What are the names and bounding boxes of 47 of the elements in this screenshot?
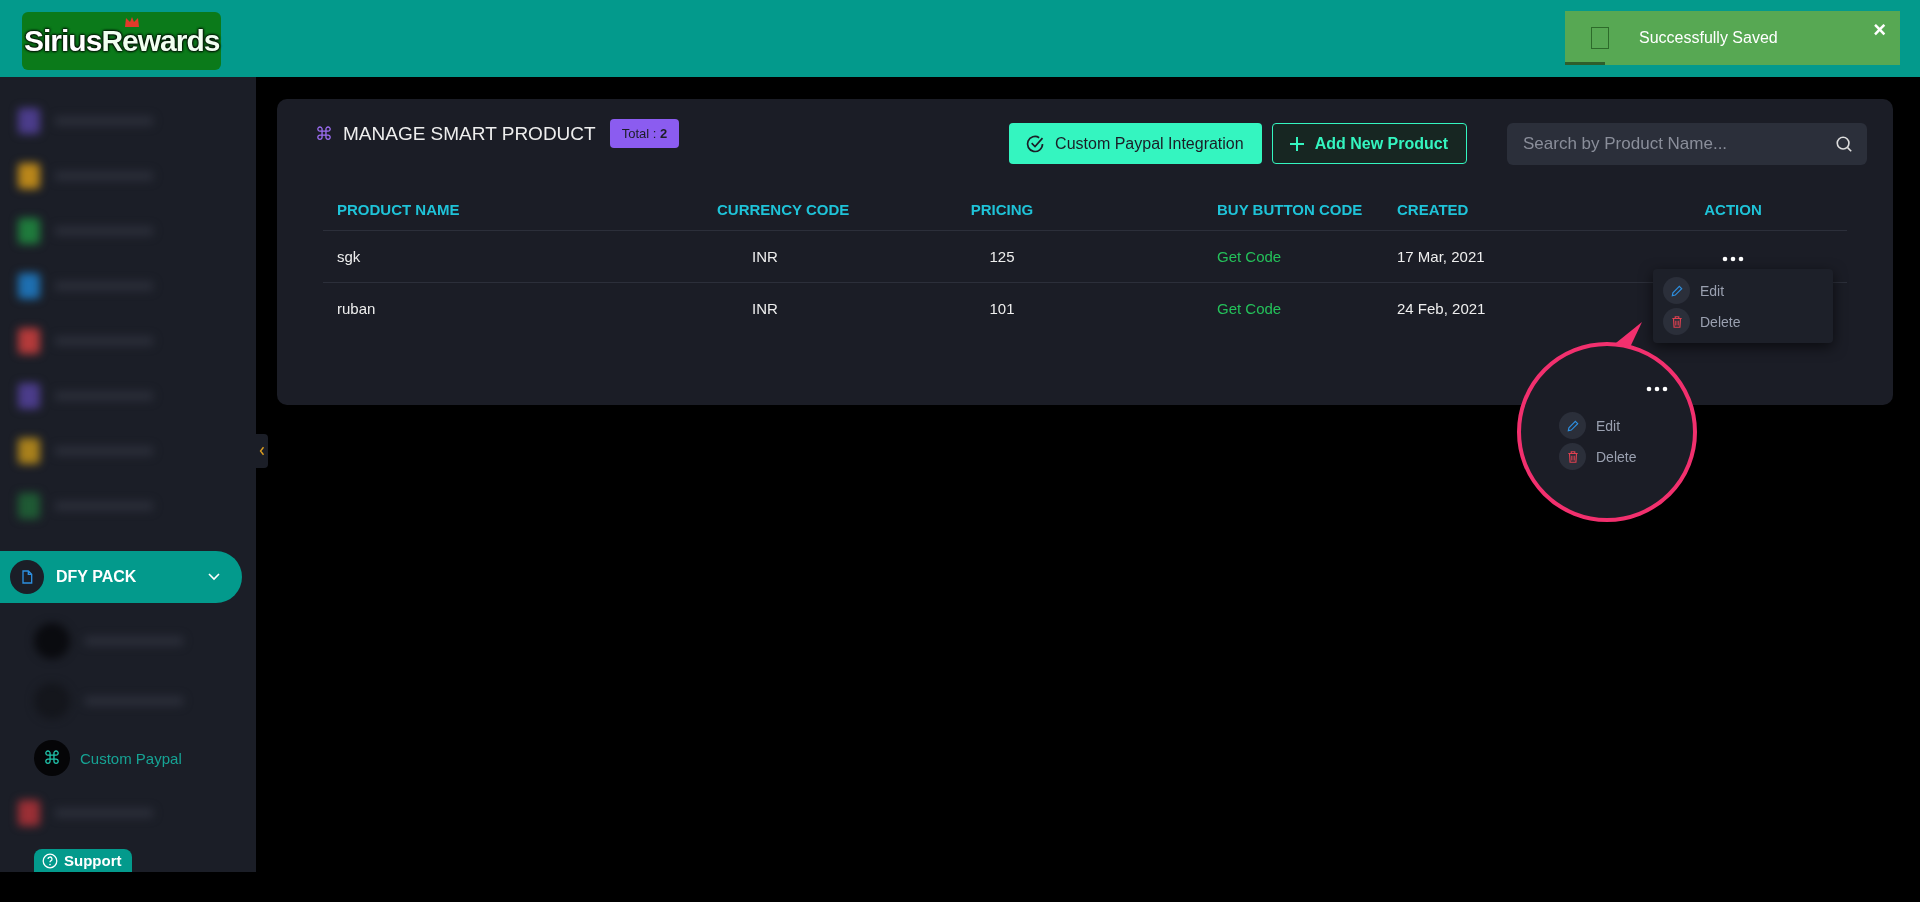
table-cell: ruban: [337, 300, 376, 317]
crown-icon: [124, 15, 140, 28]
sidebar-subitem[interactable]: ⌘ Custom Paypal: [0, 731, 256, 785]
column-header: PRICING: [970, 201, 1034, 218]
add-button[interactable]: Add New Product: [1271, 123, 1467, 164]
sidebar-group[interactable]: DFY PACK: [0, 551, 242, 603]
pencil-icon: [1559, 412, 1586, 439]
command-icon: ⌘: [34, 740, 70, 776]
support-button[interactable]: Support: [34, 849, 132, 872]
trash-icon: [1559, 443, 1586, 470]
more-icon[interactable]: [1722, 256, 1744, 262]
table-cell: 17 Mar, 2021: [1397, 248, 1485, 265]
toast-message: Successfully Saved: [1639, 28, 1779, 47]
page-title: MANAGE SMART PRODUCT: [343, 122, 596, 145]
search-icon: [1835, 135, 1853, 153]
table-cell: 125: [989, 248, 1015, 265]
trash-icon: [1663, 308, 1690, 335]
column-header: ACTION: [1704, 201, 1762, 218]
menu-item[interactable]: Edit: [1653, 275, 1735, 306]
chevron-icon: [208, 573, 220, 581]
plus-icon: [1288, 135, 1305, 152]
integration-button[interactable]: Custom Paypal Integration: [1009, 123, 1262, 164]
command-icon: ⌘: [315, 122, 333, 145]
column-header: PRODUCT NAME: [337, 201, 460, 218]
table-cell: INR: [752, 300, 778, 317]
column-header: CREATED: [1397, 201, 1469, 218]
column-header: BUY BUTTON CODE: [1217, 201, 1363, 218]
help-icon: [42, 852, 58, 869]
column-header: CURRENCY CODE: [717, 201, 850, 218]
document-icon: [10, 560, 44, 594]
menu-item[interactable]: Delete: [1549, 441, 1647, 472]
check-circle-icon: [1025, 133, 1046, 154]
table-cell: INR: [752, 248, 778, 265]
menu-item[interactable]: Edit: [1549, 410, 1631, 441]
get-code-link[interactable]: Get Code: [1217, 248, 1282, 265]
collapse-handle[interactable]: [256, 434, 268, 468]
table-cell: 24 Feb, 2021: [1397, 300, 1486, 317]
search-field[interactable]: Search by Product Name...: [1507, 123, 1867, 165]
get-code-link[interactable]: Get Code: [1217, 300, 1282, 317]
more-icon[interactable]: [1646, 386, 1668, 392]
square-icon: [1591, 26, 1609, 49]
table-cell: sgk: [337, 248, 361, 265]
pencil-icon: [1663, 277, 1690, 304]
menu-item[interactable]: Delete: [1653, 306, 1751, 337]
table-cell: 101: [989, 300, 1015, 317]
logo[interactable]: SiriusRewards: [22, 11, 222, 70]
total-badge: Total : 2: [609, 119, 680, 148]
